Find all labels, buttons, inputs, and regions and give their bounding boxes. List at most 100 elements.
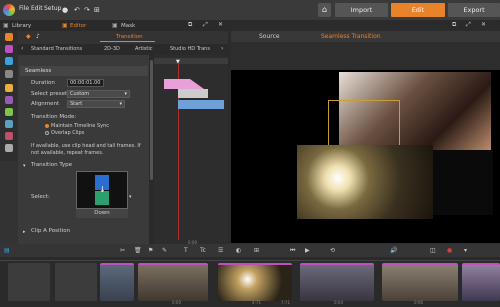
- effects-icon[interactable]: [5, 45, 13, 53]
- alignment-select[interactable]: Start ▾: [67, 100, 125, 108]
- transition-type-header: Transition Type: [31, 162, 72, 168]
- next-category-icon[interactable]: ›: [221, 45, 223, 52]
- menu-file[interactable]: File: [19, 5, 29, 12]
- mode-opt2-label: Overlap Clips: [51, 130, 85, 136]
- radio-overlap[interactable]: [45, 131, 49, 135]
- clip-thumbnail[interactable]: [462, 263, 500, 301]
- scissors-icon[interactable]: ✂: [120, 247, 125, 254]
- volume-icon[interactable]: 🔊: [390, 247, 397, 254]
- expand-arrow-icon[interactable]: ▸: [23, 229, 26, 235]
- fx-icon[interactable]: [5, 70, 13, 78]
- category-studio-hd[interactable]: Studio HD Trans: [170, 46, 210, 52]
- duration-input[interactable]: 00:00:01.00: [67, 79, 104, 87]
- zoom-icon[interactable]: ▾: [464, 247, 467, 254]
- clip-thumbnail[interactable]: [300, 263, 374, 301]
- play-icon[interactable]: ▶: [305, 247, 310, 254]
- mode-label: Transition Mode:: [31, 114, 77, 120]
- undo-icon[interactable]: ↶: [74, 6, 80, 14]
- category-artistic[interactable]: Artistic: [135, 46, 153, 52]
- overlay-icon[interactable]: [5, 144, 13, 152]
- export-button[interactable]: Export: [448, 3, 500, 17]
- preview-expand-icon[interactable]: ⤢: [466, 21, 471, 29]
- panel-close-icon[interactable]: ✕: [218, 21, 223, 28]
- motion-icon[interactable]: [5, 120, 13, 128]
- record-icon[interactable]: ●: [447, 247, 452, 254]
- marker-icon[interactable]: ⚑: [148, 247, 153, 254]
- storyboard-icon[interactable]: ▤: [4, 247, 10, 254]
- category-standard[interactable]: Standard Transitions: [31, 46, 82, 52]
- type-dropdown-icon[interactable]: ▾: [129, 194, 132, 200]
- text-icon[interactable]: T: [184, 247, 188, 254]
- strip-divider: [0, 260, 500, 261]
- title-icon[interactable]: [5, 108, 13, 116]
- scroll-thumb[interactable]: [150, 60, 153, 180]
- chevron-down-icon: ▾: [124, 91, 127, 97]
- transition-icon[interactable]: [5, 33, 13, 41]
- import-button[interactable]: Import: [335, 3, 388, 17]
- crop-icon[interactable]: [5, 132, 13, 140]
- loop-icon[interactable]: ⟲: [330, 247, 335, 254]
- mask-icon[interactable]: ▣: [112, 22, 118, 29]
- clip-a-header: Clip A Position: [31, 228, 71, 234]
- music-icon[interactable]: [5, 96, 13, 104]
- help-icon[interactable]: ●: [62, 6, 68, 14]
- music-tab-icon[interactable]: ♪: [36, 33, 40, 40]
- trash-icon[interactable]: 🗑: [134, 247, 142, 254]
- text-style-icon[interactable]: Tc: [200, 247, 206, 254]
- editor-icon[interactable]: ▣: [62, 22, 68, 29]
- empty-clip-slot[interactable]: [8, 263, 50, 301]
- audio-icon[interactable]: [5, 84, 13, 92]
- voiceover-icon[interactable]: ◐: [236, 247, 241, 254]
- collapse-arrow-icon[interactable]: ▾: [23, 163, 26, 169]
- alignment-value: Start: [70, 101, 83, 107]
- transition-type-preview[interactable]: ↓: [76, 171, 128, 209]
- clip-timecode: 7:71: [281, 300, 290, 305]
- panel-expand-icon[interactable]: ⤢: [203, 21, 208, 29]
- clip-thumbnail[interactable]: [100, 263, 134, 301]
- rewind-icon[interactable]: ⏮: [290, 247, 295, 255]
- transition-clip-b[interactable]: [178, 100, 224, 109]
- menu-setup[interactable]: Setup: [44, 5, 61, 12]
- clip-thumbnail[interactable]: [218, 263, 292, 301]
- redo-icon[interactable]: ↷: [84, 6, 90, 14]
- preview-selection-box: [328, 100, 400, 148]
- tab-editor[interactable]: Editor: [70, 22, 86, 31]
- transition-underline: [100, 41, 155, 42]
- snap-icon[interactable]: ◫: [430, 247, 436, 254]
- prev-category-icon[interactable]: ‹: [21, 45, 23, 52]
- clip-thumbnail[interactable]: [382, 263, 458, 301]
- preview-pin-icon[interactable]: ⧉: [452, 21, 456, 29]
- tab-library[interactable]: Library: [12, 22, 31, 31]
- tab-source[interactable]: Source: [259, 33, 280, 40]
- transition-type-value: Down: [76, 209, 128, 218]
- select-label: Select:: [31, 194, 50, 200]
- duration-label: Duration: [31, 80, 55, 86]
- app-logo: [3, 4, 15, 16]
- audio-mixer-icon[interactable]: ☰: [218, 247, 223, 254]
- arrow-down-icon: ↓: [99, 185, 106, 194]
- grid-icon[interactable]: ⊞: [94, 6, 100, 14]
- grid-view-icon[interactable]: ⊞: [254, 247, 259, 254]
- preset-value: Custom: [70, 91, 90, 97]
- panel-pin-icon[interactable]: ⧉: [188, 21, 192, 29]
- radio-maintain-sync[interactable]: [45, 124, 49, 128]
- color-icon[interactable]: [5, 57, 13, 65]
- empty-clip-slot[interactable]: [55, 263, 97, 301]
- clip-thumbnail[interactable]: [138, 263, 208, 301]
- tab-seamless-transition[interactable]: Seamless Transition: [321, 33, 381, 40]
- transition-gap[interactable]: [178, 89, 208, 98]
- clip-timecode: 0:04: [334, 300, 343, 305]
- edit-icon[interactable]: ✎: [162, 247, 167, 254]
- timeline-ruler: [154, 58, 228, 64]
- transition-tab-icon[interactable]: ◆: [26, 33, 31, 40]
- storyboard-toolbar: [0, 244, 500, 257]
- preview-close-icon[interactable]: ✕: [481, 21, 486, 28]
- library-icon[interactable]: ▣: [3, 22, 9, 29]
- category-2d3d[interactable]: 2D-3D: [104, 46, 120, 52]
- preset-select[interactable]: Custom ▾: [67, 90, 130, 98]
- menu-edit[interactable]: Edit: [31, 5, 43, 12]
- home-button[interactable]: ⌂: [318, 3, 331, 17]
- edit-button[interactable]: Edit: [391, 3, 445, 17]
- preview-frame-dark: [433, 150, 493, 215]
- tab-mask[interactable]: Mask: [121, 22, 135, 31]
